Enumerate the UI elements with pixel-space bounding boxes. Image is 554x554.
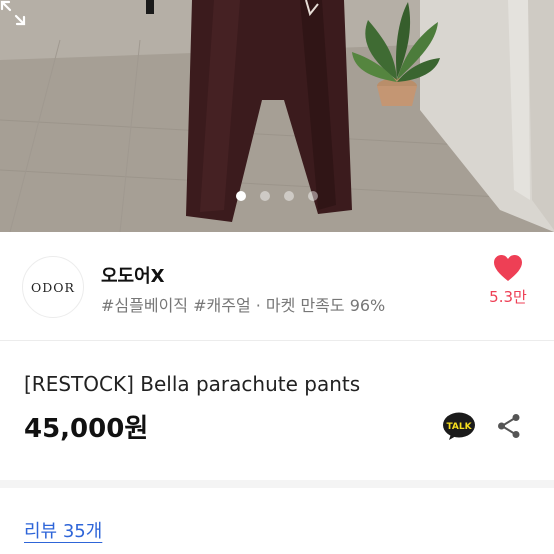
- shop-info[interactable]: ODOR 오도어X #심플베이직 #캐주얼 · 마켓 만족도 96% 5.3만: [0, 232, 554, 340]
- shop-logo-text: ODOR: [31, 279, 75, 295]
- carousel-dot[interactable]: [284, 191, 294, 201]
- heart-icon: [494, 255, 522, 281]
- product-photo[interactable]: [0, 0, 554, 232]
- like-count: 5.3만: [489, 288, 527, 306]
- talk-label: TALK: [446, 422, 472, 432]
- carousel-dot[interactable]: [308, 191, 318, 201]
- shop-name[interactable]: 오도어X: [101, 262, 165, 288]
- shop-logo[interactable]: ODOR: [22, 256, 84, 318]
- share-icon[interactable]: [496, 413, 522, 439]
- section-divider: [0, 340, 554, 341]
- carousel-dot[interactable]: [260, 191, 270, 201]
- product-title: [RESTOCK] Bella parachute pants: [24, 372, 361, 396]
- like-button[interactable]: 5.3만: [480, 254, 536, 307]
- carousel-indicator: [0, 191, 554, 201]
- expand-icon[interactable]: [0, 0, 26, 26]
- reviews-link[interactable]: 리뷰 35개: [24, 517, 102, 543]
- kakaotalk-chat-icon[interactable]: TALK: [442, 411, 476, 441]
- shop-tags: #심플베이직 #캐주얼 · 마켓 만족도 96%: [101, 296, 386, 315]
- section-divider: [0, 480, 554, 488]
- product-price: 45,000원: [24, 414, 149, 444]
- carousel-dot[interactable]: [236, 191, 246, 201]
